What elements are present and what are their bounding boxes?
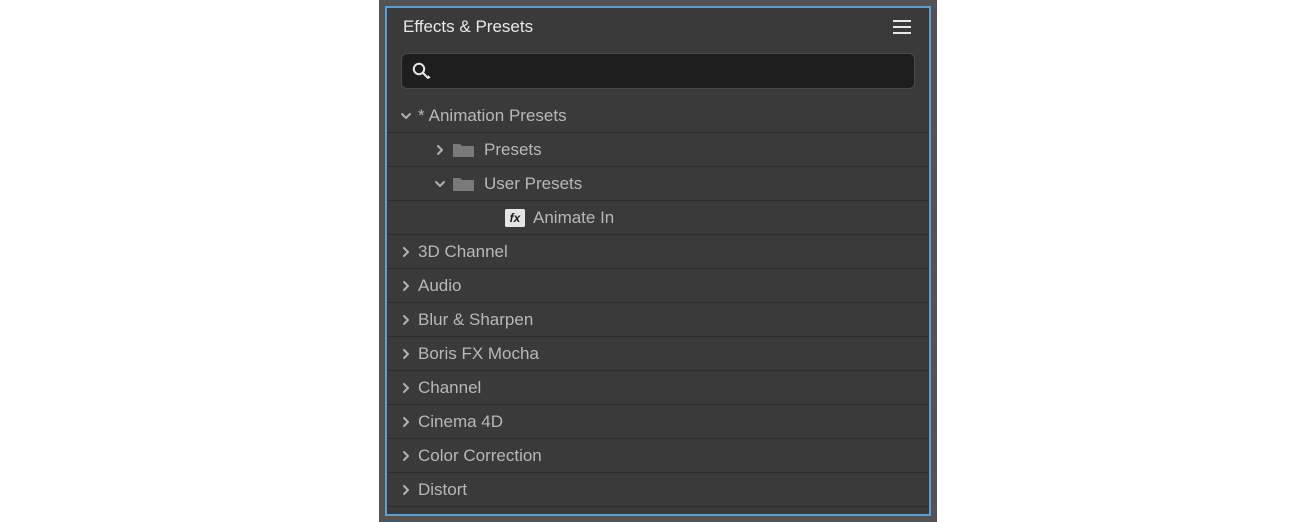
search-input[interactable] [440, 63, 904, 80]
tree-item-label: Blur & Sharpen [418, 310, 533, 330]
chevron-right-icon [397, 315, 415, 325]
svg-text:fx: fx [510, 211, 522, 225]
tree-item-label: Color Correction [418, 446, 542, 466]
modified-indicator: * [418, 106, 425, 126]
tree-item-label: Animation Presets [429, 106, 567, 126]
tree-item-label: Distort [418, 480, 467, 500]
tree-item-label: User Presets [484, 174, 582, 194]
tree-item-label: Boris FX Mocha [418, 344, 539, 364]
chevron-right-icon [397, 383, 415, 393]
panel-menu-icon[interactable] [891, 18, 913, 36]
search-container [387, 45, 929, 99]
chevron-right-icon [397, 485, 415, 495]
tree-item-boris-fx-mocha[interactable]: Boris FX Mocha [387, 337, 929, 371]
panel-header: Effects & Presets [387, 8, 929, 45]
panel-title: Effects & Presets [403, 17, 533, 37]
tree-item-label: Animate In [533, 208, 614, 228]
tree-item-label: Cinema 4D [418, 412, 503, 432]
search-icon [412, 62, 432, 80]
chevron-down-icon [431, 179, 449, 189]
folder-icon [452, 175, 476, 193]
tree-item-label: Channel [418, 378, 481, 398]
tree-item-label: Presets [484, 140, 542, 160]
tree-item-animate-in[interactable]: fx Animate In [387, 201, 929, 235]
search-box[interactable] [401, 53, 915, 89]
chevron-right-icon [397, 349, 415, 359]
tree-item-cinema-4d[interactable]: Cinema 4D [387, 405, 929, 439]
effects-tree: * Animation Presets Presets [387, 99, 929, 514]
chevron-right-icon [397, 281, 415, 291]
tree-item-color-correction[interactable]: Color Correction [387, 439, 929, 473]
tree-item-audio[interactable]: Audio [387, 269, 929, 303]
chevron-right-icon [397, 417, 415, 427]
tree-item-channel[interactable]: Channel [387, 371, 929, 405]
folder-icon [452, 141, 476, 159]
panel-container: Effects & Presets [379, 0, 937, 522]
chevron-right-icon [431, 145, 449, 155]
tree-item-animation-presets[interactable]: * Animation Presets [387, 99, 929, 133]
tree-item-3d-channel[interactable]: 3D Channel [387, 235, 929, 269]
chevron-right-icon [397, 451, 415, 461]
chevron-down-icon [397, 111, 415, 121]
chevron-right-icon [397, 247, 415, 257]
tree-item-label: Audio [418, 276, 461, 296]
tree-item-distort[interactable]: Distort [387, 473, 929, 507]
tree-item-blur-sharpen[interactable]: Blur & Sharpen [387, 303, 929, 337]
tree-item-user-presets[interactable]: User Presets [387, 167, 929, 201]
tree-item-presets[interactable]: Presets [387, 133, 929, 167]
preset-fx-icon: fx [505, 209, 525, 227]
effects-presets-panel: Effects & Presets [385, 6, 931, 516]
tree-item-label: 3D Channel [418, 242, 508, 262]
